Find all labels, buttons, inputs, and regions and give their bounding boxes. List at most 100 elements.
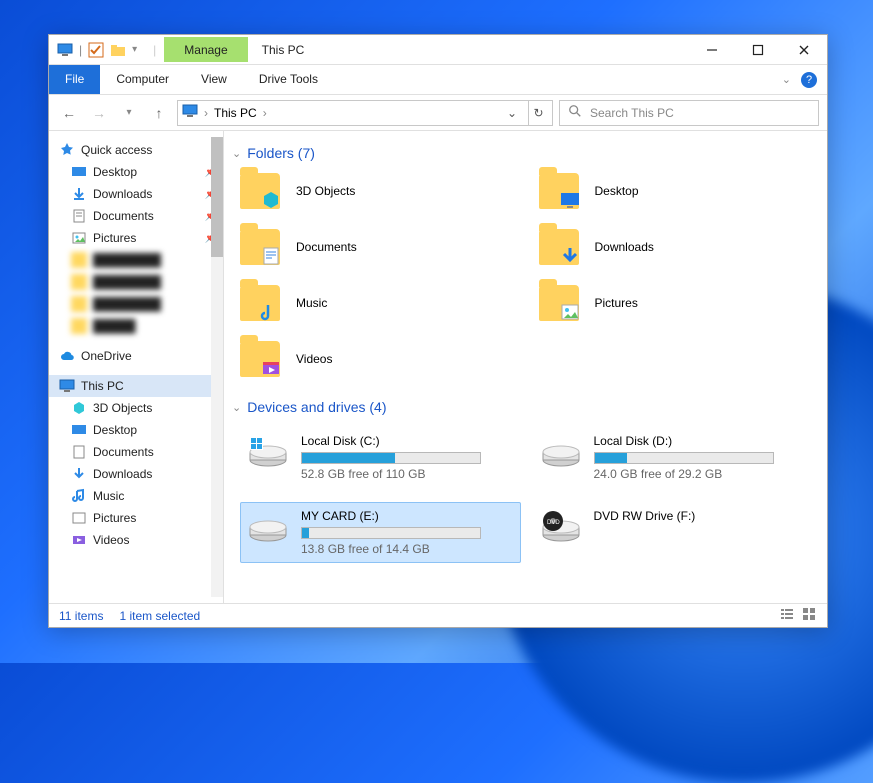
sidebar-scrollbar-thumb[interactable] — [211, 137, 223, 257]
forward-button[interactable]: → — [87, 101, 111, 125]
monitor-icon — [57, 42, 73, 58]
folder-item[interactable]: Documents — [240, 229, 515, 265]
star-icon — [59, 142, 75, 158]
sidebar-item-recent[interactable]: ████████ — [49, 293, 223, 315]
view-large-icons-icon[interactable] — [801, 606, 817, 625]
folder-item[interactable]: Downloads — [539, 229, 814, 265]
drive-item[interactable]: DVD DVD RW Drive (F:) — [533, 502, 814, 563]
drive-item[interactable]: Local Disk (D:) 24.0 GB free of 29.2 GB — [533, 427, 814, 488]
storage-bar — [301, 452, 481, 464]
folder-icon — [539, 173, 579, 209]
address-dropdown-icon[interactable]: ⌄ — [502, 106, 522, 120]
tab-file[interactable]: File — [49, 65, 100, 94]
desktop-icon — [71, 164, 87, 180]
music-icon — [260, 301, 282, 323]
ribbon-collapse-icon[interactable]: ⌄ — [782, 73, 791, 86]
drive-label: MY CARD (E:) — [301, 509, 514, 523]
tab-drive-tools[interactable]: Drive Tools — [243, 65, 334, 94]
sidebar-item-pictures[interactable]: Pictures📌 — [49, 227, 223, 249]
sidebar-item-documents[interactable]: Documents — [49, 441, 223, 463]
cloud-icon — [59, 348, 75, 364]
window-controls — [689, 35, 827, 65]
status-selected-count: 1 item selected — [119, 609, 200, 623]
folder-label: Music — [296, 296, 327, 310]
contextual-tab-manage[interactable]: Manage — [164, 37, 247, 62]
folder-item[interactable]: Pictures — [539, 285, 814, 321]
view-details-icon[interactable] — [779, 606, 795, 625]
doc-icon — [260, 245, 282, 267]
tab-computer[interactable]: Computer — [100, 65, 185, 94]
download-icon — [71, 186, 87, 202]
storage-bar — [594, 452, 774, 464]
drive-free-text: 52.8 GB free of 110 GB — [301, 467, 514, 481]
drive-item[interactable]: MY CARD (E:) 13.8 GB free of 14.4 GB — [240, 502, 521, 563]
recent-locations-dropdown[interactable]: ▾ — [117, 101, 141, 125]
tab-view[interactable]: View — [185, 65, 243, 94]
sidebar-item-music[interactable]: Music — [49, 485, 223, 507]
drive-item[interactable]: Local Disk (C:) 52.8 GB free of 110 GB — [240, 427, 521, 488]
this-pc-icon — [182, 103, 198, 122]
sidebar-item-videos[interactable]: Videos — [49, 529, 223, 551]
sidebar-item-3d-objects[interactable]: 3D Objects — [49, 397, 223, 419]
title-bar: | ▾ | Manage This PC — [49, 35, 827, 65]
up-button[interactable]: ↑ — [147, 101, 171, 125]
drive-free-text: 13.8 GB free of 14.4 GB — [301, 542, 514, 556]
drives-section-header[interactable]: ⌄ Devices and drives (4) — [232, 399, 823, 415]
folder-item[interactable]: Desktop — [539, 173, 814, 209]
sidebar-item-downloads[interactable]: Downloads📌 — [49, 183, 223, 205]
sidebar-item-pictures[interactable]: Pictures — [49, 507, 223, 529]
folder-icon — [240, 173, 280, 209]
folder-item[interactable]: Music — [240, 285, 515, 321]
navigation-pane[interactable]: Quick access Desktop📌 Downloads📌 Documen… — [49, 131, 224, 603]
drive-label: Local Disk (D:) — [594, 434, 807, 448]
hdd-icon — [247, 509, 289, 543]
pictures-icon — [71, 510, 87, 526]
breadcrumb[interactable]: This PC — [214, 106, 257, 120]
content-pane: ⌄ Folders (7) 3D Objects Desktop Documen… — [224, 131, 827, 603]
document-icon — [71, 444, 87, 460]
folders-section-header[interactable]: ⌄ Folders (7) — [232, 145, 823, 161]
refresh-button[interactable]: ↻ — [528, 101, 548, 125]
sidebar-item-recent[interactable]: █████ — [49, 315, 223, 337]
back-button[interactable]: ← — [57, 101, 81, 125]
desktop-icon — [559, 189, 581, 211]
hdd-icon — [540, 434, 582, 468]
navigation-bar: ← → ▾ ↑ › This PC › ⌄ ↻ Search This PC — [49, 95, 827, 131]
folder-item[interactable]: 3D Objects — [240, 173, 515, 209]
video-icon — [260, 357, 282, 379]
sidebar-item-downloads[interactable]: Downloads — [49, 463, 223, 485]
quick-access-toolbar: | ▾ | — [49, 42, 164, 58]
sidebar-this-pc[interactable]: This PC — [49, 375, 223, 397]
checkbox-icon[interactable] — [88, 42, 104, 58]
down-icon — [559, 245, 581, 267]
drive-label: DVD RW Drive (F:) — [594, 509, 807, 523]
status-bar: 11 items 1 item selected — [49, 603, 827, 627]
help-icon[interactable]: ? — [801, 72, 817, 88]
window-title: This PC — [262, 43, 305, 57]
folder-item[interactable]: Videos — [240, 341, 515, 377]
chevron-down-icon: ⌄ — [232, 401, 241, 414]
sidebar-quick-access[interactable]: Quick access — [49, 139, 223, 161]
sidebar-item-documents[interactable]: Documents📌 — [49, 205, 223, 227]
sidebar-item-desktop[interactable]: Desktop📌 — [49, 161, 223, 183]
storage-bar — [301, 527, 481, 539]
pictures-icon — [71, 230, 87, 246]
address-bar[interactable]: › This PC › ⌄ ↻ — [177, 100, 553, 126]
close-button[interactable] — [781, 35, 827, 65]
qat-dropdown-icon[interactable]: ▾ — [132, 44, 137, 55]
search-box[interactable]: Search This PC — [559, 100, 819, 126]
breadcrumb-sep-icon: › — [204, 106, 208, 120]
sidebar-item-recent[interactable]: ████████ — [49, 249, 223, 271]
this-pc-icon — [59, 378, 75, 394]
folder-small-icon[interactable] — [110, 42, 126, 58]
folder-icon — [240, 285, 280, 321]
search-icon — [568, 104, 582, 121]
folder-label: Videos — [296, 352, 332, 366]
sidebar-item-desktop[interactable]: Desktop — [49, 419, 223, 441]
file-explorer-window: | ▾ | Manage This PC File — [48, 34, 828, 628]
maximize-button[interactable] — [735, 35, 781, 65]
sidebar-item-recent[interactable]: ████████ — [49, 271, 223, 293]
breadcrumb-sep-icon[interactable]: › — [263, 106, 267, 120]
sidebar-onedrive[interactable]: OneDrive — [49, 345, 223, 367]
minimize-button[interactable] — [689, 35, 735, 65]
